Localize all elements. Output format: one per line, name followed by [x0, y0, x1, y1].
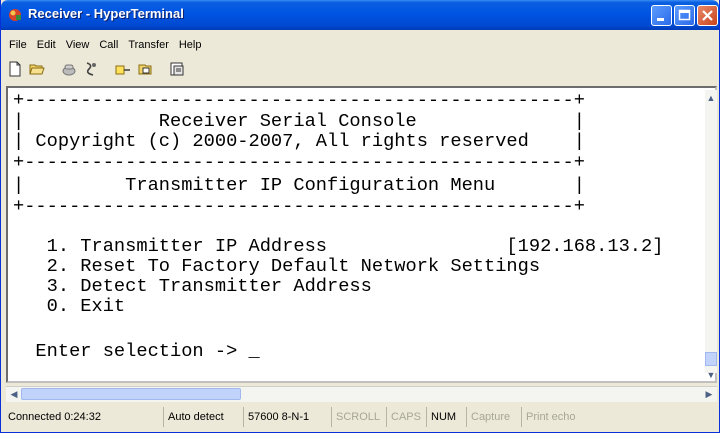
horizontal-scroll-thumb[interactable] — [21, 388, 241, 400]
status-bar: Connected 0:24:32 Auto detect 57600 8-N-… — [4, 405, 718, 429]
terminal-line: +---------------------------------------… — [13, 90, 585, 111]
menu-file[interactable]: File — [5, 36, 33, 54]
terminal-line: | Transmitter IP Configuration Menu | — [13, 174, 585, 196]
terminal-line: | Copyright (c) 2000-2007, All rights re… — [13, 130, 585, 152]
terminal-line: +---------------------------------------… — [13, 151, 585, 173]
status-baud: 57600 8-N-1 — [244, 407, 332, 427]
send-icon[interactable] — [115, 61, 131, 77]
hyperterminal-app-icon — [9, 9, 21, 21]
connect-phone-icon[interactable] — [61, 61, 77, 77]
terminal-screen[interactable]: +---------------------------------------… — [13, 90, 703, 373]
window-title: Receiver - HyperTerminal — [28, 6, 184, 21]
status-capture: Capture — [467, 407, 522, 427]
menu-option-reset-defaults: 2. Reset To Factory Default Network Sett… — [13, 255, 541, 277]
title-bar[interactable]: Receiver - HyperTerminal — [1, 0, 719, 30]
menu-view[interactable]: View — [62, 36, 96, 54]
menu-transfer[interactable]: Transfer — [124, 36, 175, 54]
scroll-right-icon[interactable]: ▶ — [703, 388, 715, 400]
receive-icon[interactable] — [137, 61, 153, 77]
maximize-icon — [678, 9, 691, 21]
minimize-button[interactable] — [651, 5, 672, 26]
terminal-line: +---------------------------------------… — [13, 195, 585, 217]
status-scroll: SCROLL — [332, 407, 387, 427]
vertical-scroll-thumb[interactable] — [705, 352, 717, 366]
menu-call[interactable]: Call — [95, 36, 124, 54]
menu-edit[interactable]: Edit — [33, 36, 62, 54]
menu-option-exit: 0. Exit — [13, 295, 126, 317]
properties-icon[interactable] — [169, 61, 185, 77]
terminal-line: | Receiver Serial Console | — [13, 110, 585, 132]
menu-option-transmitter-ip: 1. Transmitter IP Address [192.168.13.2] — [13, 235, 664, 257]
status-num: NUM — [427, 407, 467, 427]
status-print-echo: Print echo — [526, 411, 576, 423]
toolbar — [7, 57, 191, 81]
open-folder-icon[interactable] — [29, 61, 45, 77]
new-document-icon[interactable] — [7, 61, 23, 77]
scroll-down-icon[interactable]: ▼ — [705, 369, 717, 381]
menu-bar: File Edit View Call Transfer Help — [5, 36, 207, 54]
vertical-scrollbar[interactable] — [705, 90, 717, 373]
status-caps: CAPS — [387, 407, 427, 427]
minimize-icon — [657, 18, 664, 21]
disconnect-icon[interactable] — [83, 61, 99, 77]
status-connected: Connected 0:24:32 — [4, 407, 164, 427]
maximize-button[interactable] — [674, 5, 695, 26]
status-detect: Auto detect — [164, 407, 244, 427]
menu-help[interactable]: Help — [175, 36, 208, 54]
terminal-prompt: Enter selection -> _ — [13, 340, 260, 362]
menu-option-detect-address: 3. Detect Transmitter Address — [13, 275, 372, 297]
hyperterminal-window: Receiver - HyperTerminal File Edit View … — [0, 0, 720, 433]
scroll-left-icon[interactable]: ◀ — [8, 388, 20, 400]
close-icon — [702, 10, 713, 21]
scroll-up-icon[interactable]: ▲ — [705, 92, 717, 104]
close-button[interactable] — [697, 5, 718, 26]
